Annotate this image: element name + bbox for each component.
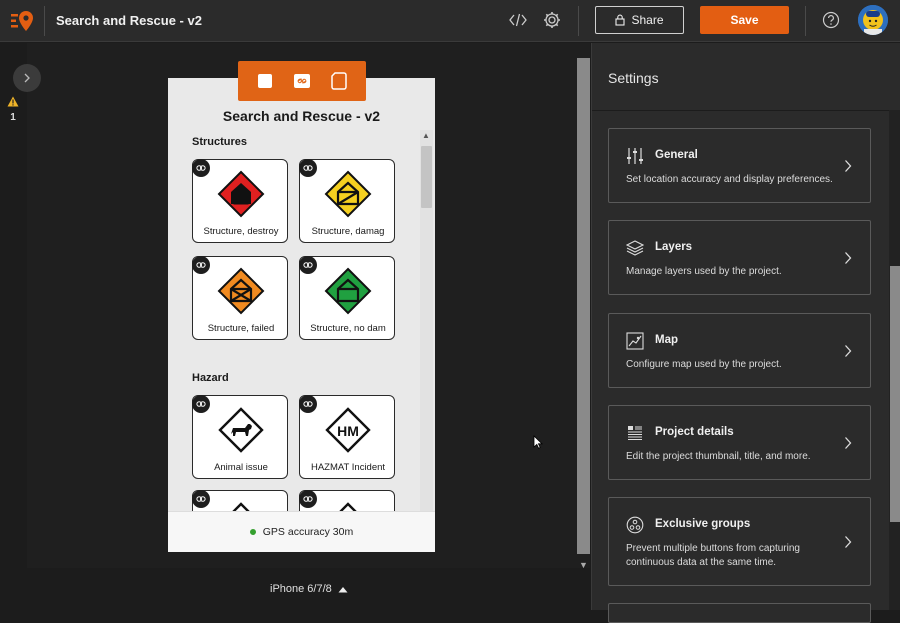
link-icon (299, 256, 317, 274)
link-icon (192, 395, 210, 413)
save-button[interactable]: Save (700, 6, 789, 34)
link-icon (299, 395, 317, 413)
settings-card-general[interactable]: General Set location accuracy and displa… (608, 128, 871, 203)
scrollbar-thumb[interactable] (890, 266, 900, 522)
warning-count: 1 (10, 112, 16, 123)
link-icon (299, 490, 317, 508)
gps-status-dot (249, 529, 256, 535)
card-title: Map (655, 334, 678, 346)
phone-frame-icon[interactable] (330, 72, 348, 90)
card-description: Edit the project thumbnail, title, and m… (626, 451, 811, 462)
card-description: Manage layers used by the project. (626, 266, 782, 277)
hazmat-icon: HM (325, 407, 371, 453)
settings-card-partial[interactable] (608, 603, 871, 623)
link-icon (299, 159, 317, 177)
preview-toolbar (238, 61, 366, 101)
chevron-right-icon (845, 344, 852, 357)
settings-scrollbar[interactable] (889, 110, 900, 610)
card-description: Configure map used by the project. (626, 359, 782, 370)
tile-label: Structure, damag (311, 226, 385, 237)
logo-icon[interactable] (10, 9, 34, 33)
divider (805, 6, 806, 36)
tile-structure-destroyed[interactable]: Structure, destroy (192, 159, 288, 243)
gps-status-bar: GPS accuracy 30m (168, 511, 435, 552)
sliders-icon (627, 148, 643, 164)
link-icon (192, 256, 210, 274)
groups-icon (626, 516, 644, 534)
structure-damaged-icon (324, 170, 372, 218)
section-label-structures: Structures (192, 136, 248, 148)
divider (578, 6, 579, 36)
settings-panel: Settings General Set location accuracy a… (591, 43, 900, 623)
tile-hazmat-incident[interactable]: HM HAZMAT Incident (299, 395, 395, 479)
canvas-scrollbar[interactable]: ▼ (577, 58, 590, 570)
tile-label: Animal issue (214, 462, 268, 473)
tile-label: Structure, no dam (310, 323, 386, 334)
structure-failed-icon (217, 267, 265, 315)
settings-card-layers[interactable]: Layers Manage layers used by the project… (608, 220, 871, 295)
device-selector[interactable]: iPhone 6/7/8 (270, 583, 348, 595)
tile-label: Structure, destroy (203, 226, 279, 237)
device-bar: iPhone 6/7/8 (27, 568, 590, 610)
details-icon (628, 426, 642, 440)
share-button[interactable]: Share (595, 6, 684, 34)
tile-label: HAZMAT Incident (310, 462, 386, 473)
expand-panel-button[interactable] (13, 64, 41, 92)
gear-icon[interactable] (541, 9, 563, 31)
lock-icon (615, 14, 626, 26)
card-description: Prevent multiple buttons from capturing … (626, 543, 800, 568)
mouse-cursor (533, 435, 543, 449)
card-description: Set location accuracy and display prefer… (626, 174, 833, 185)
tile-label: Structure, failed (207, 323, 275, 334)
tile-animal-issue[interactable]: Animal issue (192, 395, 288, 479)
scrollbar-thumb[interactable] (577, 58, 590, 554)
map-icon (626, 332, 644, 350)
divider (44, 6, 45, 36)
app-title: Search and Rescue - v2 (56, 13, 202, 28)
tile-structure-failed[interactable]: Structure, failed (192, 256, 288, 340)
card-title: General (655, 149, 698, 161)
layers-icon (626, 240, 644, 256)
settings-card-exclusive-groups[interactable]: Exclusive groups Prevent multiple button… (608, 497, 871, 586)
settings-card-project-details[interactable]: Project details Edit the project thumbna… (608, 405, 871, 480)
preview-app-title: Search and Rescue - v2 (222, 108, 381, 124)
divider (592, 110, 900, 111)
chevron-up-icon[interactable]: ▲ (422, 131, 430, 140)
code-icon[interactable] (507, 9, 529, 31)
gps-accuracy-text: GPS accuracy 30m (262, 526, 354, 538)
section-label-hazard: Hazard (192, 372, 229, 384)
tile-structure-no-damage[interactable]: Structure, no dam (299, 256, 395, 340)
phone-preview: Search and Rescue - v2 Structures Struct… (168, 78, 435, 552)
card-title: Layers (655, 241, 693, 253)
square-view-icon[interactable] (256, 72, 274, 90)
left-rail (0, 43, 27, 610)
tile-structure-damaged[interactable]: Structure, damag (299, 159, 395, 243)
warning-icon[interactable] (6, 96, 20, 110)
chevron-right-icon (845, 251, 852, 264)
hazmat-symbol-text: HM (337, 423, 359, 439)
chevron-right-icon (845, 159, 852, 172)
card-title: Exclusive groups (655, 518, 751, 530)
preview-scrollbar[interactable]: ▲ (420, 130, 433, 512)
structure-no-damage-icon (324, 267, 372, 315)
animal-icon (218, 407, 264, 453)
chevron-right-icon (24, 73, 30, 83)
link-icon (192, 159, 210, 177)
help-icon[interactable] (820, 9, 842, 31)
share-label: Share (631, 13, 664, 27)
chevron-right-icon (845, 535, 852, 548)
linked-view-icon[interactable] (293, 72, 311, 90)
top-bar: Search and Rescue - v2 Share Save (0, 0, 900, 42)
device-label: iPhone 6/7/8 (270, 583, 332, 595)
scrollbar-thumb[interactable] (421, 146, 432, 208)
chevron-right-icon (845, 436, 852, 449)
card-title: Project details (655, 426, 734, 438)
structure-destroyed-icon (217, 170, 265, 218)
caret-up-icon (338, 586, 348, 592)
settings-title: Settings (608, 70, 659, 86)
avatar[interactable] (858, 5, 888, 35)
settings-card-map[interactable]: Map Configure map used by the project. (608, 313, 871, 388)
link-icon (192, 490, 210, 508)
